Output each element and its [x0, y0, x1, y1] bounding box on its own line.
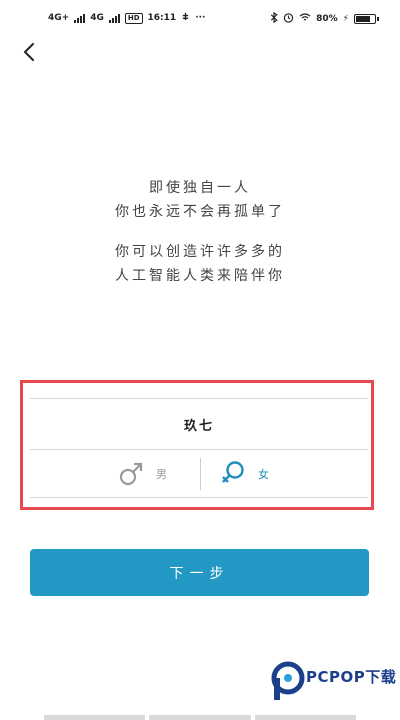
signal-icon — [74, 13, 86, 23]
wifi-icon — [299, 13, 311, 25]
status-right: 80% ⚡ — [270, 11, 379, 26]
watermark-text: PCPOP下载 — [306, 668, 397, 686]
intro-line: 你可以创造许许多多的 — [115, 244, 285, 260]
battery-icon — [354, 14, 379, 24]
battery-percent: 80% — [316, 14, 338, 24]
intro-text: 即使独自一人 你也永远不会再孤单了 你可以创造许许多多的 人工智能人类来陪伴你 — [0, 176, 400, 288]
female-symbol-icon — [222, 460, 244, 483]
intro-line: 人工智能人类来陪伴你 — [115, 268, 285, 284]
back-button[interactable] — [16, 38, 44, 66]
intro-line: 你也永远不会再孤单了 — [115, 204, 285, 220]
female-label: 女 — [258, 467, 269, 481]
male-symbol-icon — [119, 462, 143, 485]
network-label-2: 4G — [90, 13, 104, 23]
name-field[interactable]: 玖七 — [30, 399, 368, 450]
status-left: 4G+ 4G HD 16:11 ··· — [48, 12, 205, 24]
nav-segment — [254, 715, 356, 720]
bluetooth-icon — [270, 11, 278, 26]
more-icon: ··· — [195, 13, 206, 23]
gender-selector: 男 女 — [30, 450, 368, 497]
gender-male-option[interactable]: 男 — [118, 450, 167, 497]
profile-form: 玖七 男 女 — [30, 398, 368, 498]
name-value: 玖七 — [183, 418, 214, 434]
next-step-button[interactable]: 下一步 — [30, 549, 369, 596]
network-label-1: 4G+ — [48, 13, 70, 23]
watermark-logo: PCPOP下载 — [270, 652, 400, 712]
battery-fill — [356, 16, 370, 22]
chevron-left-icon — [24, 43, 34, 61]
alarm-icon — [283, 12, 294, 26]
hd-badge: HD — [124, 12, 143, 24]
gender-female-option[interactable]: 女 — [220, 450, 269, 497]
status-bar: 4G+ 4G HD 16:11 ··· 80% ⚡ — [0, 0, 400, 36]
male-label: 男 — [156, 467, 167, 481]
nav-segment — [149, 715, 251, 720]
system-nav-bar — [44, 715, 356, 720]
pcpop-logo-icon — [271, 661, 305, 700]
nav-segment — [44, 715, 146, 720]
notification-icon — [181, 12, 190, 24]
status-time: 16:11 — [147, 13, 177, 23]
gender-divider — [200, 458, 201, 490]
intro-line: 即使独自一人 — [149, 180, 251, 196]
signal-icon-2 — [108, 13, 120, 23]
charging-icon: ⚡ — [342, 14, 349, 24]
